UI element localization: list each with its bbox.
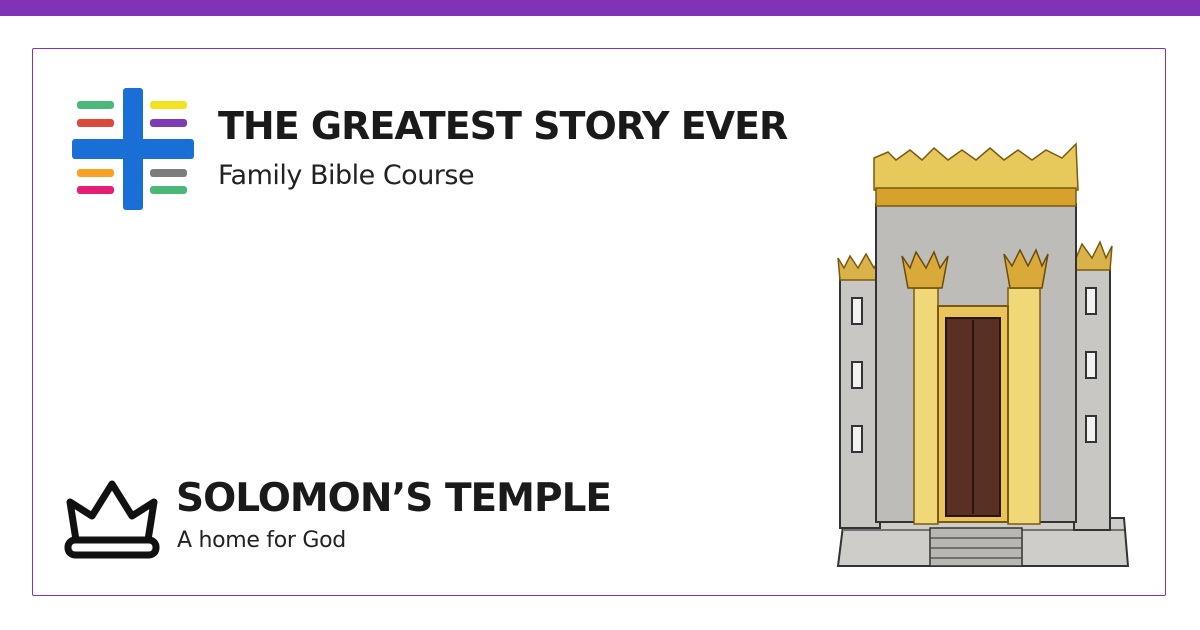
brand-subtitle: Family Bible Course bbox=[218, 160, 475, 191]
temple-illustration bbox=[836, 142, 1130, 567]
crown-icon bbox=[64, 480, 160, 559]
lesson-subtitle: A home for God bbox=[177, 528, 346, 553]
brand-title: THE GREATEST STORY EVER bbox=[218, 104, 788, 148]
top-accent-bar bbox=[0, 0, 1200, 16]
lesson-title: SOLOMON’S TEMPLE bbox=[176, 476, 612, 521]
cross-stripes-logo-icon bbox=[72, 88, 194, 210]
